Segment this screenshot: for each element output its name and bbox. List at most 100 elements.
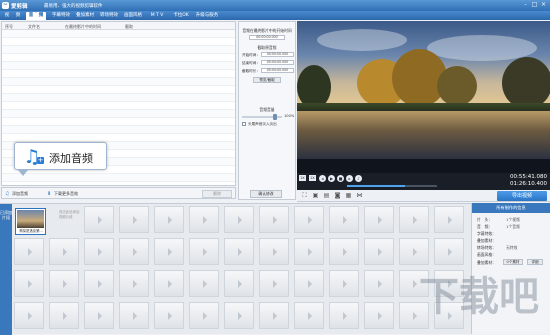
tab-video-2[interactable]: 频 [13,12,23,20]
empty-clip-slot[interactable] [154,238,184,265]
minimize-button[interactable]: - [521,1,530,9]
tab-subtitle-effects[interactable]: 字幕特效 [50,12,72,20]
tab-mtv[interactable]: M T V [146,12,168,20]
share-icon[interactable]: ⋈ [356,192,363,199]
volume-icon[interactable]: ♪ [355,175,362,182]
empty-clip-slot[interactable] [189,270,219,297]
empty-clip-slot[interactable] [329,302,359,329]
maximize-button[interactable]: □ [530,1,539,9]
list-row[interactable] [2,30,235,38]
tab-audio-1[interactable]: 音 [26,12,36,20]
empty-clip-slot[interactable] [14,302,44,329]
empty-clip-slot[interactable] [329,206,359,233]
empty-clip-slot[interactable] [84,270,114,297]
add-audio-button[interactable]: ♫ 添加音频 [5,190,28,198]
empty-clip-slot[interactable] [364,302,394,329]
tab-overlay[interactable]: 叠加素材 [74,12,96,20]
download-sound-button[interactable]: ⬇ 下载更多音效 [47,190,78,198]
tab-upgrade[interactable]: 升级与服务 [194,12,220,20]
video-preview[interactable] [297,21,550,173]
empty-clip-slot[interactable] [399,206,429,233]
folder-icon[interactable]: ▣ [312,192,319,199]
tab-karaoke[interactable]: 卡拉OK [170,12,192,20]
empty-clip-slot[interactable] [329,238,359,265]
empty-clip-slot[interactable] [119,238,149,265]
empty-clip-slot[interactable] [84,238,114,265]
empty-clip-slot[interactable] [364,238,394,265]
list-row[interactable] [2,134,235,142]
start-in-movie-input[interactable]: 00:00:00.000 [249,35,285,40]
list-row[interactable] [2,86,235,94]
settings-icon[interactable]: ▦ [345,192,352,199]
fade-checkbox[interactable] [242,122,246,126]
list-row[interactable] [2,126,235,134]
prev-frame-icon[interactable]: ◂ [319,175,326,182]
list-row[interactable] [2,110,235,118]
list-row[interactable] [2,102,235,110]
empty-clip-slot[interactable] [294,238,324,265]
playback-progress[interactable] [347,185,437,187]
list-row[interactable] [2,46,235,54]
empty-clip-slot[interactable] [14,238,44,265]
empty-clip-slot[interactable] [119,206,149,233]
list-row[interactable] [2,54,235,62]
delete-button[interactable]: 删除 [202,190,232,198]
list-row[interactable] [2,38,235,46]
empty-clip-slot[interactable] [119,302,149,329]
empty-clip-slot[interactable] [224,206,254,233]
empty-clip-slot[interactable] [154,206,184,233]
empty-clip-slot[interactable] [49,270,79,297]
tab-transition[interactable]: 转场特效 [98,12,120,20]
empty-clip-slot[interactable] [294,270,324,297]
tab-style[interactable]: 画面风格 [122,12,144,20]
empty-clip-slot[interactable] [224,238,254,265]
empty-clip-slot[interactable] [224,302,254,329]
start-time-input[interactable]: 00:00:00.000 [261,52,294,57]
empty-clip-slot[interactable] [364,206,394,233]
export-video-button[interactable]: 导出视频 [497,191,547,201]
empty-clip-slot[interactable] [294,206,324,233]
list-row[interactable] [2,94,235,102]
end-time-input[interactable]: 00:00:00.000 [261,60,294,65]
next-frame-icon[interactable]: ▸ [346,175,353,182]
fullscreen-icon[interactable]: ⛶ [301,192,308,199]
empty-clip-slot[interactable] [189,206,219,233]
preview-trim-button[interactable]: 预览/截取 [253,77,281,83]
empty-clip-slot[interactable] [294,302,324,329]
speed-down-button[interactable]: 1X [299,175,306,181]
duration-input[interactable]: 00:00:00.000 [261,68,294,73]
empty-clip-slot[interactable] [49,238,79,265]
empty-clip-slot[interactable] [329,270,359,297]
empty-clip-slot[interactable] [259,302,289,329]
confirm-edit-button[interactable]: 确认修改 [250,190,282,198]
add-audio-callout[interactable]: ♫ + 添加音频 [14,142,107,170]
added-clips-tab[interactable]: 已添加片段 [0,204,12,335]
list-row[interactable] [2,118,235,126]
close-button[interactable]: × [539,1,548,9]
empty-clip-slot[interactable] [49,302,79,329]
snapshot-icon[interactable]: ◙ [334,192,341,199]
empty-clip-slot[interactable] [154,270,184,297]
empty-clip-slot[interactable] [434,206,464,233]
clip-thumbnail[interactable]: 神探夏洛克第... [15,208,46,235]
empty-clip-slot[interactable] [224,270,254,297]
save-icon[interactable]: ▤ [323,192,330,199]
empty-clip-slot[interactable] [189,302,219,329]
volume-slider-handle[interactable] [273,114,277,120]
empty-clip-slot[interactable] [14,270,44,297]
tab-audio-2[interactable]: 频 [36,12,46,20]
empty-clip-slot[interactable] [259,206,289,233]
list-row[interactable] [2,174,235,182]
list-row[interactable] [2,78,235,86]
empty-clip-slot[interactable] [84,206,114,233]
list-row[interactable] [2,70,235,78]
empty-clip-slot[interactable] [189,238,219,265]
empty-clip-slot[interactable] [259,270,289,297]
play-icon[interactable]: ▶ [328,175,335,182]
empty-clip-slot[interactable] [154,302,184,329]
empty-clip-slot[interactable] [119,270,149,297]
tab-video-1[interactable]: 视 [2,12,12,20]
empty-clip-slot[interactable] [259,238,289,265]
stop-icon[interactable]: ■ [337,175,344,182]
list-row[interactable] [2,62,235,70]
